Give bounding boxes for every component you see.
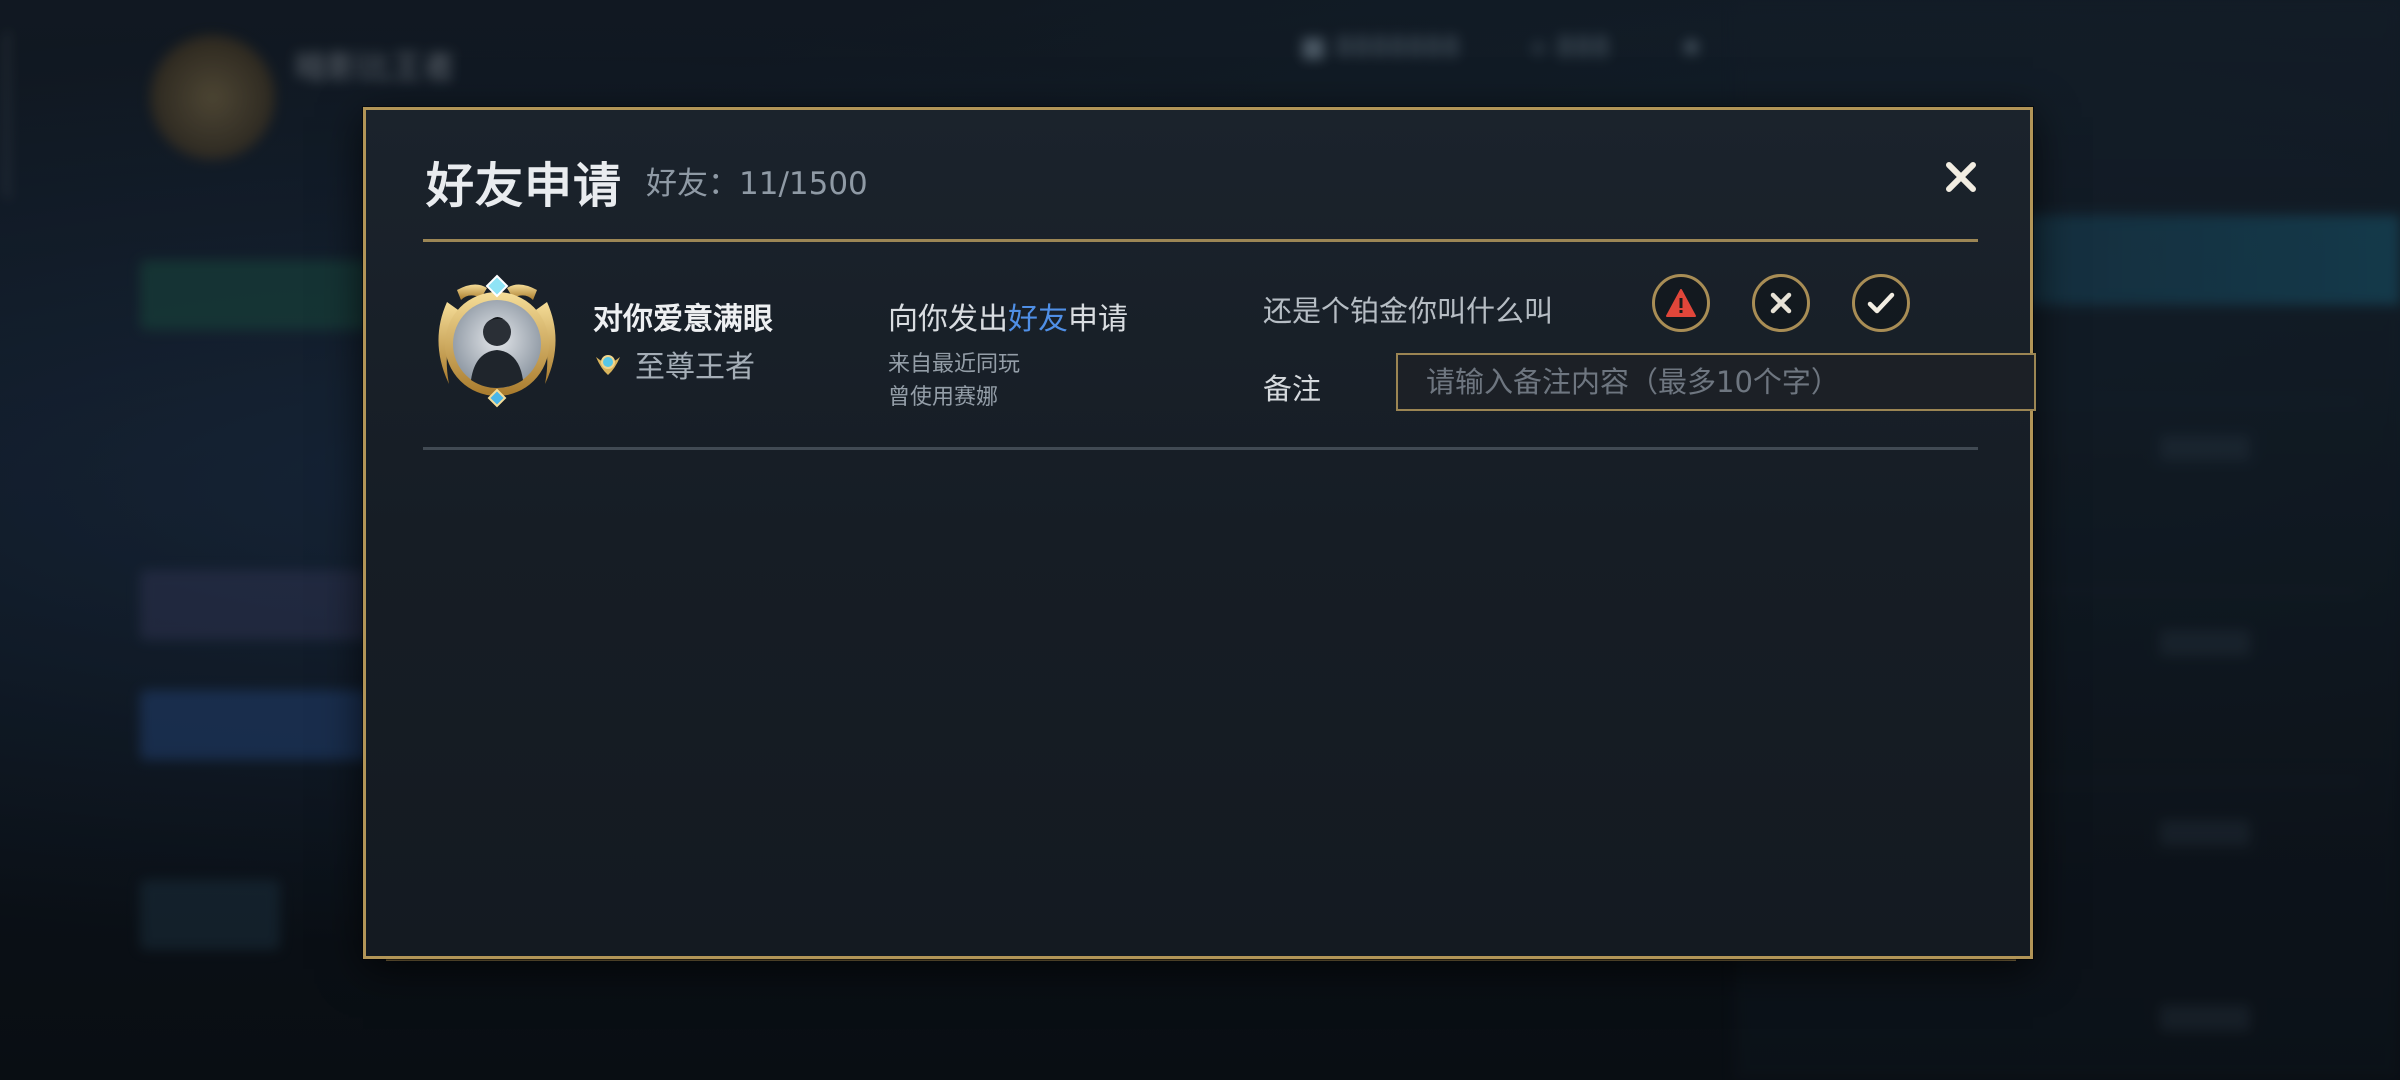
player-avatar[interactable]	[427, 272, 567, 412]
request-message: 还是个铂金你叫什么叫	[1263, 294, 1554, 328]
remark-label: 备注	[1263, 372, 1322, 406]
request-prefix: 向你发出	[888, 302, 1008, 337]
rank-label: 至尊王者	[635, 350, 755, 385]
rank-badge-icon	[596, 355, 620, 375]
reject-button[interactable]	[1752, 274, 1810, 332]
warning-icon	[1666, 289, 1696, 317]
close-icon	[1946, 162, 1976, 192]
hero-used: 曾使用赛娜	[888, 385, 999, 410]
friend-request-dialog: 好友申请 好友：11/1500 对你爱意满眼 至尊王者 向你发出好友申请 来自最…	[363, 107, 2036, 959]
remark-input[interactable]	[1396, 353, 2036, 411]
player-name[interactable]: 对你爱意满眼	[593, 294, 773, 338]
close-button[interactable]	[1936, 152, 1986, 202]
report-button[interactable]	[1652, 274, 1710, 332]
request-type-highlight: 好友	[1008, 302, 1068, 337]
avatar-frame-icon	[438, 274, 556, 408]
request-description: 向你发出好友申请	[888, 294, 1128, 338]
dialog-title: 好友申请	[426, 158, 623, 214]
check-circle-icon	[1867, 292, 1895, 314]
friend-count: 好友：11/1500	[646, 166, 868, 202]
x-circle-icon	[1770, 292, 1792, 314]
request-suffix: 申请	[1068, 302, 1128, 337]
row-divider	[423, 447, 1978, 450]
game-screen: 暗影比王者 ■ 8888888 ⟡ 888 ★ 好友申请 好友：11/1500	[0, 0, 2400, 1080]
accept-button[interactable]	[1852, 274, 1910, 332]
friend-request-item: 对你爱意满眼 至尊王者 向你发出好友申请 来自最近同玩 曾使用赛娜 还是个铂金你…	[423, 242, 2036, 447]
request-source: 来自最近同玩	[888, 352, 1021, 377]
player-rank: 至尊王者	[593, 342, 755, 386]
